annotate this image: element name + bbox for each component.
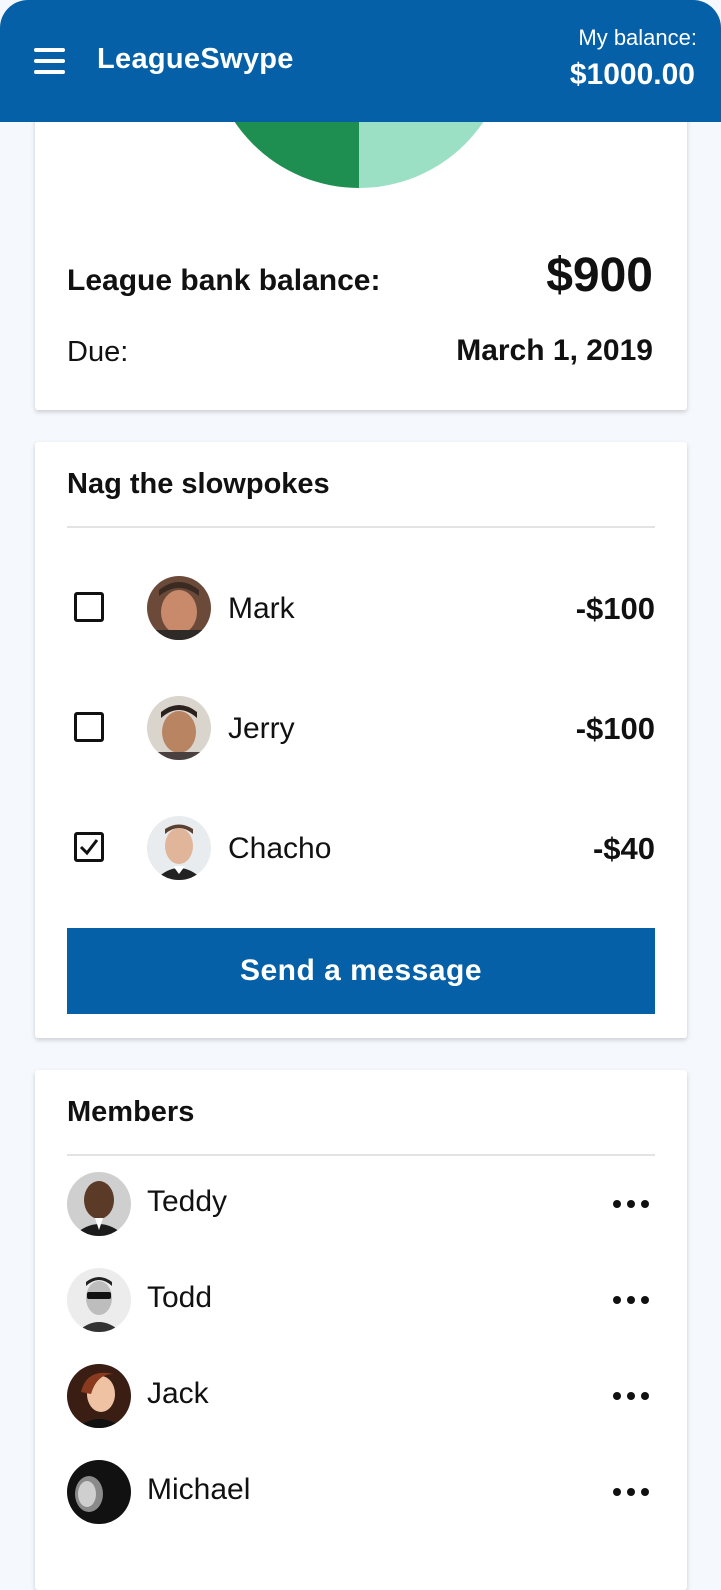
nag-card: Nag the slowpokes Mark -$100 Jerry -$100 [35,442,687,1038]
nag-amount: -$40 [592,831,655,866]
member-row-michael[interactable]: Michael [67,1460,655,1526]
nag-name: Jerry [228,712,295,745]
avatar-chacho [147,816,211,880]
nag-title: Nag the slowpokes [67,468,330,500]
due-label: Due: [67,336,129,368]
my-balance-value: $1000.00 [569,58,695,91]
avatar-jerry [147,696,211,760]
checkbox-chacho[interactable] [74,832,104,862]
bank-balance-label: League bank balance: [67,264,381,297]
divider [67,1154,655,1156]
due-date: March 1, 2019 [456,334,653,367]
member-row-teddy[interactable]: Teddy [67,1172,655,1238]
nag-name: Chacho [228,832,332,865]
nag-amount: -$100 [575,591,655,626]
avatar-mark [147,576,211,640]
divider [67,526,655,528]
member-name: Jack [147,1377,209,1410]
checkbox-mark[interactable] [74,592,104,622]
more-horizontal-icon[interactable] [613,1384,649,1408]
avatar-todd [67,1268,131,1332]
nag-row-mark: Mark -$100 [67,576,655,646]
more-horizontal-icon[interactable] [613,1480,649,1504]
nag-amount: -$100 [575,711,655,746]
member-name: Michael [147,1473,251,1506]
avatar-teddy [67,1172,131,1236]
member-name: Teddy [147,1185,228,1218]
my-balance-label: My balance: [578,25,697,50]
checkbox-jerry[interactable] [74,712,104,742]
more-horizontal-icon[interactable] [613,1288,649,1312]
avatar-michael [67,1460,131,1524]
app-bar: LeagueSwype My balance: $1000.00 [0,0,721,122]
hamburger-icon[interactable] [34,48,65,74]
member-row-jack[interactable]: Jack [67,1364,655,1430]
more-horizontal-icon[interactable] [613,1192,649,1216]
member-name: Todd [147,1281,213,1314]
send-message-button[interactable]: Send a message [67,928,655,1014]
app-title: LeagueSwype [97,43,294,75]
member-row-todd[interactable]: Todd [67,1268,655,1334]
checkmark-icon [79,839,99,856]
nag-name: Mark [228,592,295,625]
bank-balance-value: $900 [546,249,653,302]
members-card: Members Teddy Todd Jack Michael [35,1070,687,1590]
avatar-jack [67,1364,131,1428]
members-title: Members [67,1096,195,1128]
nag-row-jerry: Jerry -$100 [67,696,655,766]
nag-row-chacho: Chacho -$40 [67,816,655,886]
